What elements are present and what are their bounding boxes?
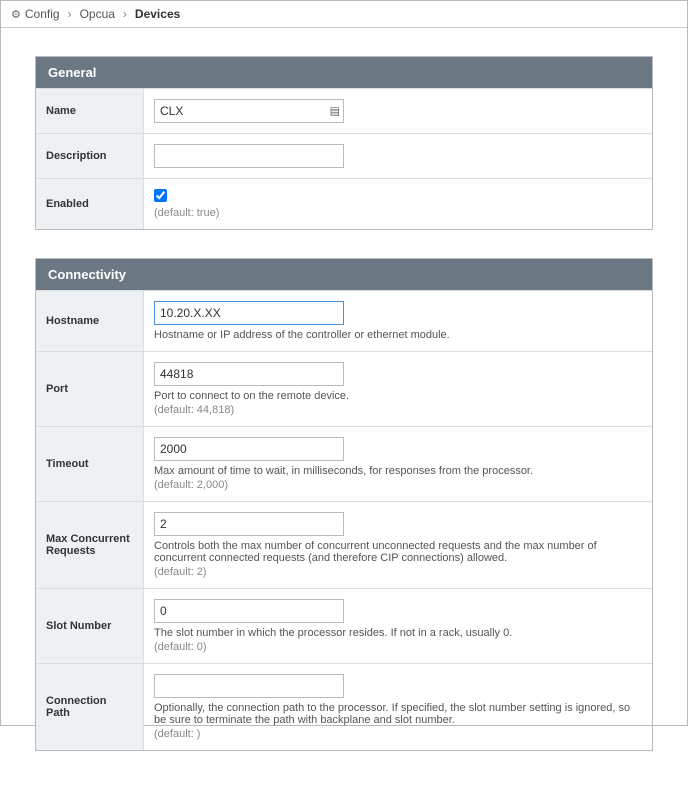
hostname-input[interactable] <box>154 301 344 325</box>
port-hint: Port to connect to on the remote device. <box>154 390 642 402</box>
gear-icon: ⚙ <box>11 8 21 21</box>
slot-label: Slot Number <box>36 589 144 663</box>
enabled-checkbox[interactable] <box>154 189 167 202</box>
connection-path-input[interactable] <box>154 674 344 698</box>
max-concurrent-row: Max Concurrent Requests Controls both th… <box>36 501 652 588</box>
general-header: General <box>36 57 652 88</box>
breadcrumb-opcua[interactable]: Opcua <box>80 7 115 21</box>
max-concurrent-hint: Controls both the max number of concurre… <box>154 540 642 564</box>
name-input[interactable] <box>154 99 344 123</box>
slot-input[interactable] <box>154 599 344 623</box>
port-label: Port <box>36 352 144 426</box>
enabled-row: Enabled (default: true) <box>36 178 652 229</box>
slot-row: Slot Number The slot number in which the… <box>36 588 652 663</box>
hostname-hint: Hostname or IP address of the controller… <box>154 329 642 341</box>
hostname-row: Hostname Hostname or IP address of the c… <box>36 290 652 351</box>
enabled-default: (default: true) <box>154 207 642 219</box>
connection-path-row: Connection Path Optionally, the connecti… <box>36 663 652 750</box>
slot-default: (default: 0) <box>154 641 642 653</box>
port-input[interactable] <box>154 362 344 386</box>
timeout-default: (default: 2,000) <box>154 479 642 491</box>
connectivity-section: Connectivity Hostname Hostname or IP add… <box>35 258 653 751</box>
connection-path-default: (default: ) <box>154 728 642 740</box>
timeout-row: Timeout Max amount of time to wait, in m… <box>36 426 652 501</box>
connection-path-label: Connection Path <box>36 664 144 750</box>
description-row: Description <box>36 133 652 178</box>
max-concurrent-label: Max Concurrent Requests <box>36 502 144 588</box>
description-label: Description <box>36 134 144 178</box>
slot-hint: The slot number in which the processor r… <box>154 627 642 639</box>
list-picker-icon[interactable]: ▤ <box>330 105 340 118</box>
breadcrumb: ⚙ Config › Opcua › Devices <box>1 1 687 28</box>
chevron-right-icon: › <box>123 7 127 21</box>
connection-path-hint: Optionally, the connection path to the p… <box>154 702 642 726</box>
chevron-right-icon: › <box>68 7 72 21</box>
port-default: (default: 44,818) <box>154 404 642 416</box>
description-input[interactable] <box>154 144 344 168</box>
port-row: Port Port to connect to on the remote de… <box>36 351 652 426</box>
max-concurrent-input[interactable] <box>154 512 344 536</box>
hostname-label: Hostname <box>36 291 144 351</box>
connectivity-header: Connectivity <box>36 259 652 290</box>
enabled-label: Enabled <box>36 179 144 229</box>
general-section: General Name ▤ Description Enabled (defa… <box>35 56 653 230</box>
max-concurrent-default: (default: 2) <box>154 566 642 578</box>
timeout-input[interactable] <box>154 437 344 461</box>
breadcrumb-devices: Devices <box>135 7 180 21</box>
breadcrumb-config[interactable]: Config <box>25 7 60 21</box>
timeout-hint: Max amount of time to wait, in milliseco… <box>154 465 642 477</box>
timeout-label: Timeout <box>36 427 144 501</box>
name-row: Name ▤ <box>36 88 652 133</box>
name-label: Name <box>36 89 144 133</box>
